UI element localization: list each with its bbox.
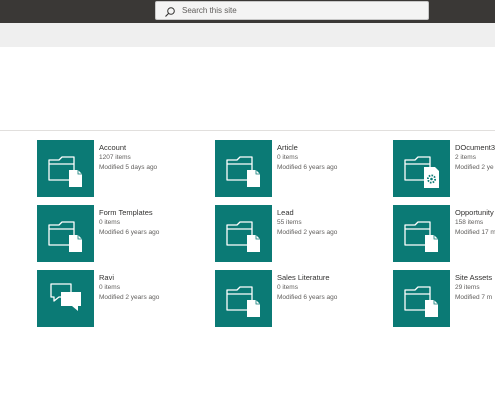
library-tile-sales-literature[interactable]: Sales Literature 0 items Modified 6 years … xyxy=(215,270,337,327)
library-name: Form Templates xyxy=(99,208,153,217)
folder-icon xyxy=(215,140,272,197)
top-suite-bar: Search this site xyxy=(0,0,495,23)
library-item-count: 55 items xyxy=(277,219,302,226)
library-item-count: 158 items xyxy=(455,219,484,226)
library-tile-lead[interactable]: Lead 55 items Modified 2 years ago xyxy=(215,205,337,262)
folder-icon xyxy=(37,140,94,197)
search-placeholder: Search this site xyxy=(182,6,237,15)
library-name: Account xyxy=(99,143,127,152)
library-modified: Modified 7 m xyxy=(455,294,493,301)
search-box[interactable]: Search this site xyxy=(155,1,429,20)
library-name: Article xyxy=(277,143,298,152)
library-tile-article[interactable]: Article 0 items Modified 6 years ago xyxy=(215,140,337,197)
library-tile-opportunity[interactable]: Opportunity 158 items Modified 17 m xyxy=(393,205,495,262)
library-modified: Modified 5 days ago xyxy=(99,164,158,171)
library-modified: Modified 6 years ago xyxy=(277,164,338,171)
site-command-bar xyxy=(0,23,495,47)
library-tile-form-templates[interactable]: Form Templates 0 items Modified 6 years ag… xyxy=(37,205,159,262)
folder-settings-icon xyxy=(393,140,450,197)
library-item-count: 29 items xyxy=(455,284,480,291)
folder-icon xyxy=(393,270,450,327)
library-name: Lead xyxy=(277,208,294,217)
library-name: Sales Literature xyxy=(277,273,330,282)
folder-icon xyxy=(37,205,94,262)
library-tile-ravi[interactable]: Ravi 0 items Modified 2 years ago xyxy=(37,270,159,327)
library-item-count: 0 items xyxy=(277,154,298,161)
library-item-count: 0 items xyxy=(99,219,120,226)
library-modified: Modified 17 m xyxy=(455,229,495,236)
library-name: Opportunity xyxy=(455,208,494,217)
library-modified: Modified 2 years ago xyxy=(277,229,338,236)
library-modified: Modified 6 years ago xyxy=(99,229,160,236)
library-modified: Modified 2 years ago xyxy=(99,294,160,301)
library-item-count: 0 items xyxy=(277,284,298,291)
library-item-count: 1207 items xyxy=(99,154,131,161)
library-name: DOcument3 xyxy=(455,143,495,152)
library-tile-account[interactable]: Account 1207 items Modified 5 days ago xyxy=(37,140,157,197)
folder-icon xyxy=(393,205,450,262)
chat-bubbles-icon xyxy=(37,270,94,327)
library-modified: Modified 6 years ago xyxy=(277,294,338,301)
section-divider xyxy=(0,130,495,131)
library-name: Site Assets xyxy=(455,273,493,282)
library-name: Ravi xyxy=(99,273,115,282)
library-tile-document3[interactable]: DOcument3 2 items Modified 2 ye xyxy=(393,140,495,197)
folder-icon xyxy=(215,270,272,327)
library-tile-site-assets[interactable]: Site Assets 29 items Modified 7 m xyxy=(393,270,492,327)
library-item-count: 0 items xyxy=(99,284,120,291)
folder-icon xyxy=(215,205,272,262)
search-icon xyxy=(164,5,176,17)
library-modified: Modified 2 ye xyxy=(455,164,494,171)
library-item-count: 2 items xyxy=(455,154,476,161)
